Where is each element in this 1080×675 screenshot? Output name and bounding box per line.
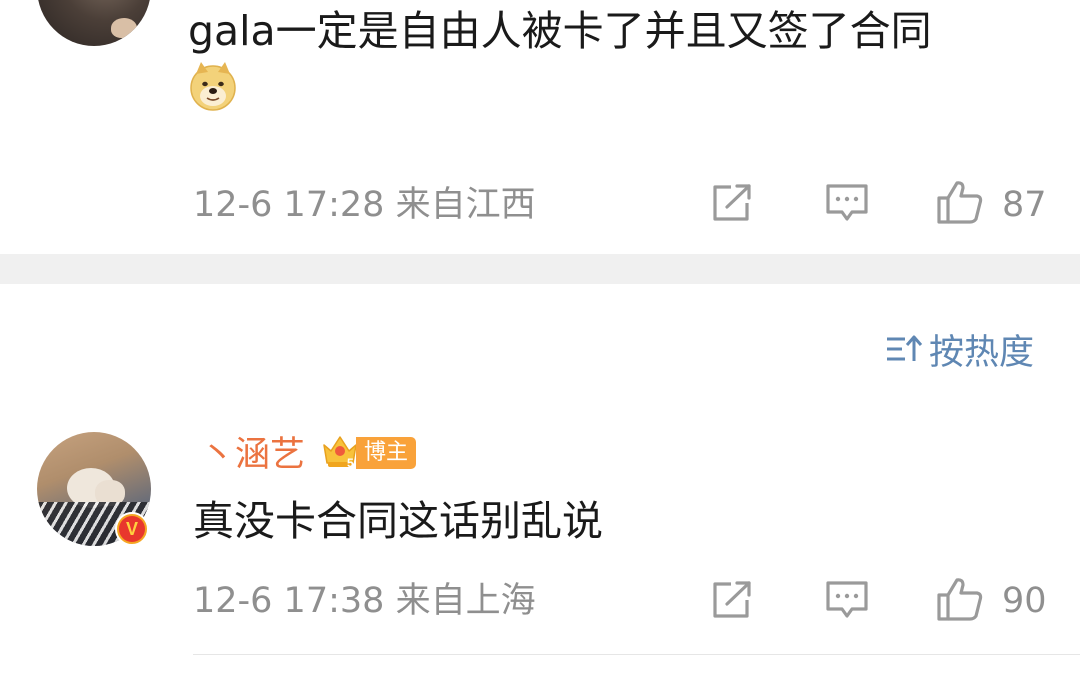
level-crown-icon: 5	[323, 436, 357, 470]
comment-meta: 12-6 17:28 来自江西	[193, 185, 536, 225]
comment-location: 来自上海	[395, 581, 536, 621]
comment-time: 12-6 17:28	[193, 185, 385, 225]
row-divider	[193, 654, 1080, 655]
comment-text: 真没卡合同这话别乱说	[193, 497, 603, 545]
sort-button[interactable]: 按热度	[885, 328, 1034, 373]
commenter-avatar[interactable]	[37, 0, 151, 46]
share-icon[interactable]	[711, 580, 753, 620]
section-divider	[0, 254, 1080, 284]
comment-icon[interactable]	[825, 183, 869, 223]
author-tag: 博主	[356, 437, 417, 469]
comment-meta: 12-6 17:38 来自上海	[193, 581, 536, 621]
like-count: 87	[1002, 185, 1047, 225]
level-number: 5	[347, 456, 354, 470]
thumbs-up-icon[interactable]	[936, 576, 984, 622]
comment-feed: gala一定是自由人被卡了并且又签了合同 12-6 17:28 来自江西 87	[0, 0, 1080, 675]
share-icon[interactable]	[711, 183, 753, 223]
sort-label: 按热度	[928, 332, 1034, 373]
doge-emoji	[190, 62, 236, 111]
thumbs-up-icon[interactable]	[936, 179, 984, 225]
comment-icon[interactable]	[825, 580, 869, 620]
comment-text: gala一定是自由人被卡了并且又签了合同	[188, 7, 932, 55]
avatar-hand	[111, 18, 137, 38]
username[interactable]: 丶涵艺	[200, 433, 305, 477]
comment-time: 12-6 17:38	[193, 581, 385, 621]
like-count: 90	[1002, 581, 1047, 621]
sort-icon	[886, 335, 923, 361]
comment-location: 来自江西	[395, 185, 536, 225]
verified-mark: V	[119, 516, 145, 542]
verified-badge: V	[115, 512, 149, 546]
